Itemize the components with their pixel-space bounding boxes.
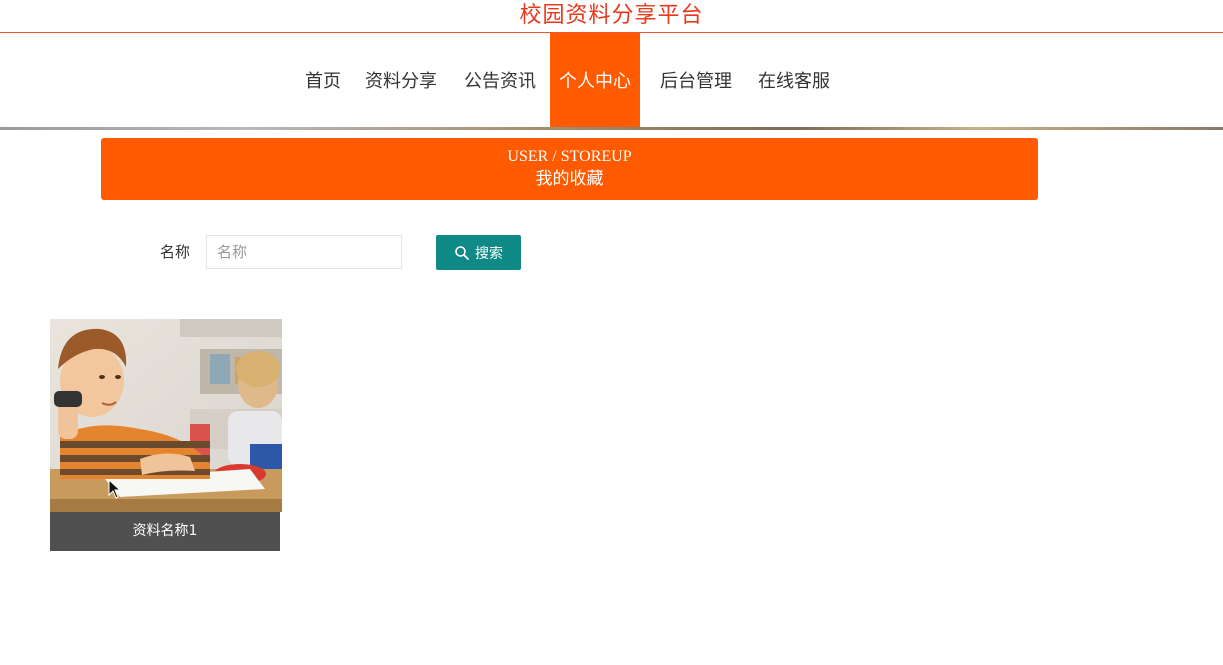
nav-bottom-strip: [0, 127, 1223, 130]
nav-item-home[interactable]: 首页: [294, 33, 352, 127]
nav-item-user-center[interactable]: 个人中心: [550, 33, 640, 127]
nav-item-online-service[interactable]: 在线客服: [752, 33, 836, 127]
banner-english-title: USER / STOREUP: [507, 148, 632, 165]
banner-chinese-title: 我的收藏: [535, 169, 604, 188]
search-button-label: 搜索: [475, 245, 503, 262]
card-thumbnail: [50, 319, 282, 512]
search-icon: [455, 245, 469, 260]
search-button[interactable]: 搜索: [436, 235, 521, 270]
nav-items: 首页 资料分享 公告资讯 个人中心 后台管理 在线客服: [294, 33, 836, 127]
search-input[interactable]: [206, 235, 402, 269]
favorite-card[interactable]: 资料名称1: [50, 319, 282, 551]
site-title: 校园资料分享平台: [519, 3, 704, 28]
main-nav: 首页 资料分享 公告资讯 个人中心 后台管理 在线客服: [0, 33, 1223, 127]
nav-item-resources[interactable]: 资料分享: [352, 33, 450, 127]
student-photo: [50, 319, 282, 512]
search-label: 名称: [160, 243, 191, 261]
nav-item-news[interactable]: 公告资讯: [450, 33, 550, 127]
page-banner: USER / STOREUP 我的收藏: [101, 138, 1038, 200]
card-title: 资料名称1: [50, 512, 280, 551]
nav-item-admin[interactable]: 后台管理: [640, 33, 752, 127]
